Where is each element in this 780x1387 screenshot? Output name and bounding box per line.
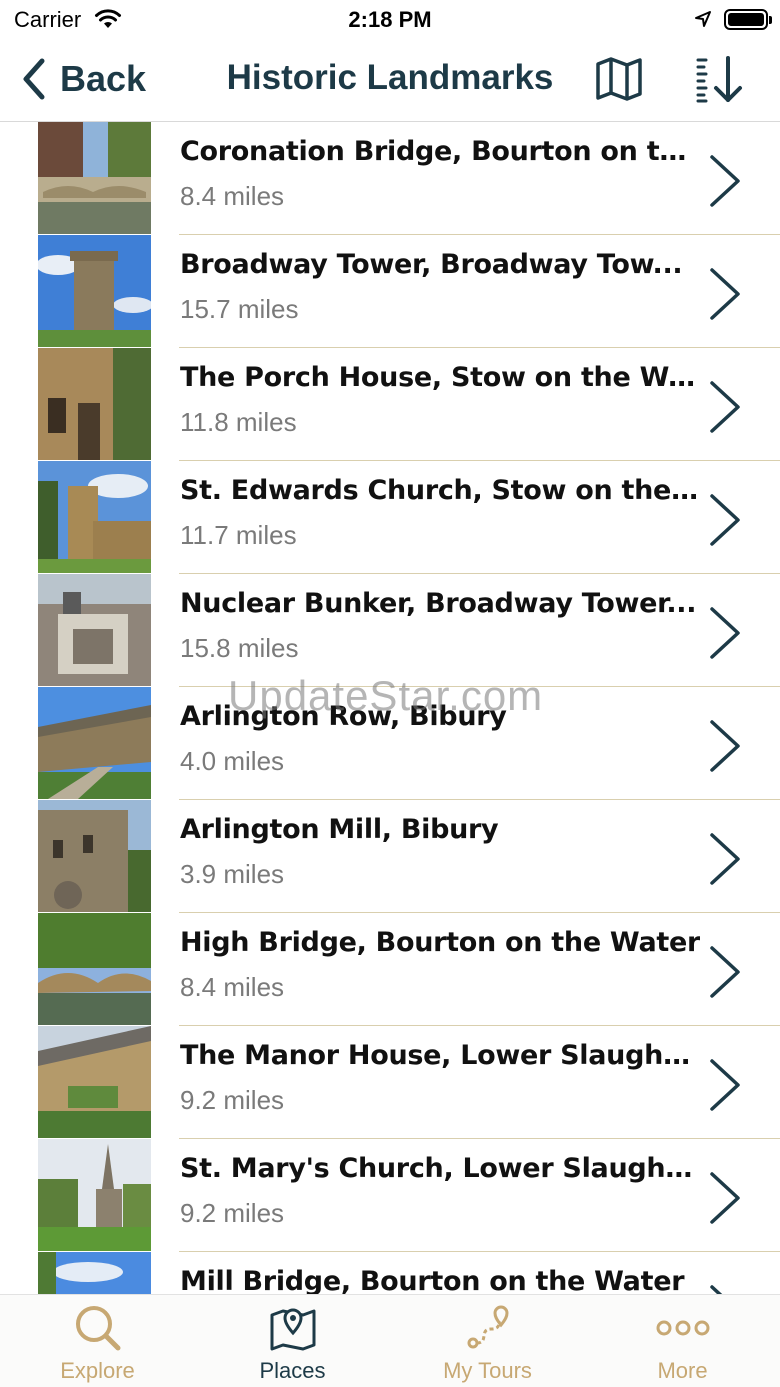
list-item[interactable]: Coronation Bridge, Bourton on th... 8.4 … <box>0 122 780 235</box>
tab-label: More <box>657 1358 708 1383</box>
landmark-distance: 11.8 miles <box>180 407 297 437</box>
list-item[interactable]: High Bridge, Bourton on the Water 8.4 mi… <box>0 913 780 1026</box>
list-item-text: The Porch House, Stow on the Wold 11.8 m… <box>179 348 780 461</box>
landmark-distance: 9.2 miles <box>180 1198 285 1228</box>
list-item[interactable]: Broadway Tower, Broadway Tow... 15.7 mil… <box>0 235 780 348</box>
chevron-right-icon <box>710 720 740 772</box>
clock: 2:18 PM <box>348 7 432 32</box>
landmark-distance: 8.4 miles <box>180 181 285 211</box>
sort-descending-icon <box>696 56 742 103</box>
chevron-right-icon <box>710 1285 723 1294</box>
chevron-right-icon <box>710 833 740 885</box>
landmark-photo <box>38 913 151 1025</box>
landmark-name: High Bridge, Bourton on the Water <box>180 927 700 958</box>
landmark-distance: 15.8 miles <box>180 633 299 663</box>
chevron-left-icon <box>23 58 45 100</box>
tab-label: Places <box>259 1358 326 1383</box>
chevron-right-icon <box>710 155 740 207</box>
landmark-name: The Porch House, Stow on the Wold <box>180 362 700 393</box>
list-item[interactable]: St. Mary's Church, Lower Slaughter 9.2 m… <box>0 1139 780 1252</box>
landmark-name: Arlington Mill, Bibury <box>180 814 499 845</box>
map-pin-icon <box>270 1308 315 1351</box>
list-item-text: Broadway Tower, Broadway Tow... 15.7 mil… <box>179 235 780 348</box>
tab-explore[interactable]: Explore <box>0 1295 195 1387</box>
list-item[interactable]: The Porch House, Stow on the Wold 11.8 m… <box>0 348 780 461</box>
location-arrow-icon <box>694 10 712 33</box>
map-view-button[interactable] <box>594 56 644 107</box>
back-button[interactable]: Back <box>22 54 146 104</box>
back-label: Back <box>60 58 147 99</box>
list-item[interactable]: Arlington Mill, Bibury 3.9 miles <box>0 800 780 913</box>
map-icon <box>596 57 642 101</box>
landmark-name: The Manor House, Lower Slaughter <box>180 1040 700 1071</box>
landmark-photo <box>38 687 151 799</box>
list-item-text: High Bridge, Bourton on the Water 8.4 mi… <box>179 913 780 1026</box>
more-icon <box>656 1320 709 1336</box>
list-item-text: Coronation Bridge, Bourton on th... 8.4 … <box>179 122 780 235</box>
tab-more[interactable]: More <box>585 1295 780 1387</box>
tab-places[interactable]: Places <box>195 1295 390 1387</box>
tab-label: My Tours <box>443 1358 532 1383</box>
list-item-text: Arlington Mill, Bibury 3.9 miles <box>179 800 780 913</box>
tab-label: Explore <box>60 1358 135 1383</box>
chevron-right-icon <box>710 1172 740 1224</box>
list-item[interactable]: Arlington Row, Bibury 4.0 miles <box>0 687 780 800</box>
list-item[interactable]: Nuclear Bunker, Broadway Tower... 15.8 m… <box>0 574 780 687</box>
status-bar: Carrier 2:18 PM <box>0 0 780 40</box>
list-item-text: Mill Bridge, Bourton on the Water <box>179 1252 780 1294</box>
landmark-name: Mill Bridge, Bourton on the Water <box>180 1266 685 1294</box>
sort-button[interactable] <box>692 54 748 111</box>
landmark-photo <box>38 122 151 234</box>
chevron-right-icon <box>710 268 740 320</box>
landmark-name: Broadway Tower, Broadway Tow... <box>180 249 683 280</box>
list-item[interactable]: St. Edwards Church, Stow on the... 11.7 … <box>0 461 780 574</box>
chevron-right-icon <box>710 607 740 659</box>
landmark-photo <box>38 461 151 573</box>
landmark-photo <box>38 574 151 686</box>
landmark-distance: 8.4 miles <box>180 972 285 1002</box>
list-item-text: Nuclear Bunker, Broadway Tower... 15.8 m… <box>179 574 780 687</box>
chevron-right-icon <box>710 1059 740 1111</box>
landmark-photo <box>38 235 151 347</box>
landmark-photo <box>38 348 151 460</box>
landmark-photo <box>38 800 151 912</box>
landmark-photo <box>38 1252 151 1294</box>
list-item-text: St. Edwards Church, Stow on the... 11.7 … <box>179 461 780 574</box>
landmark-photo <box>38 1139 151 1251</box>
landmark-distance: 9.2 miles <box>180 1085 285 1115</box>
landmark-name: Nuclear Bunker, Broadway Tower... <box>180 588 697 619</box>
page-title: Historic Landmarks <box>226 58 554 97</box>
tab-my-tours[interactable]: My Tours <box>390 1295 585 1387</box>
landmark-name: St. Edwards Church, Stow on the... <box>180 475 700 506</box>
list-item-text: The Manor House, Lower Slaughter 9.2 mil… <box>179 1026 780 1139</box>
landmark-name: Coronation Bridge, Bourton on th... <box>180 136 700 167</box>
list-item[interactable]: Mill Bridge, Bourton on the Water <box>0 1252 780 1294</box>
landmark-name: Arlington Row, Bibury <box>180 701 507 732</box>
landmark-name: St. Mary's Church, Lower Slaughter <box>180 1153 700 1184</box>
landmark-distance: 15.7 miles <box>180 294 299 324</box>
route-icon <box>467 1305 509 1349</box>
tab-bar: Explore Places My Tours More <box>0 1294 780 1387</box>
landmark-photo <box>38 1026 151 1138</box>
list-item-text: St. Mary's Church, Lower Slaughter 9.2 m… <box>179 1139 780 1252</box>
battery-icon <box>724 9 772 30</box>
list-item-text: Arlington Row, Bibury 4.0 miles <box>179 687 780 800</box>
landmark-distance: 11.7 miles <box>180 520 297 550</box>
list-item[interactable]: The Manor House, Lower Slaughter 9.2 mil… <box>0 1026 780 1139</box>
chevron-right-icon <box>710 381 740 433</box>
landmark-list[interactable]: Coronation Bridge, Bourton on th... 8.4 … <box>0 122 780 1294</box>
landmark-distance: 3.9 miles <box>180 859 285 889</box>
chevron-right-icon <box>710 946 740 998</box>
search-icon <box>75 1306 120 1351</box>
chevron-right-icon <box>710 494 740 546</box>
navigation-bar: Back Historic Landmarks <box>0 40 780 122</box>
landmark-distance: 4.0 miles <box>180 746 285 776</box>
